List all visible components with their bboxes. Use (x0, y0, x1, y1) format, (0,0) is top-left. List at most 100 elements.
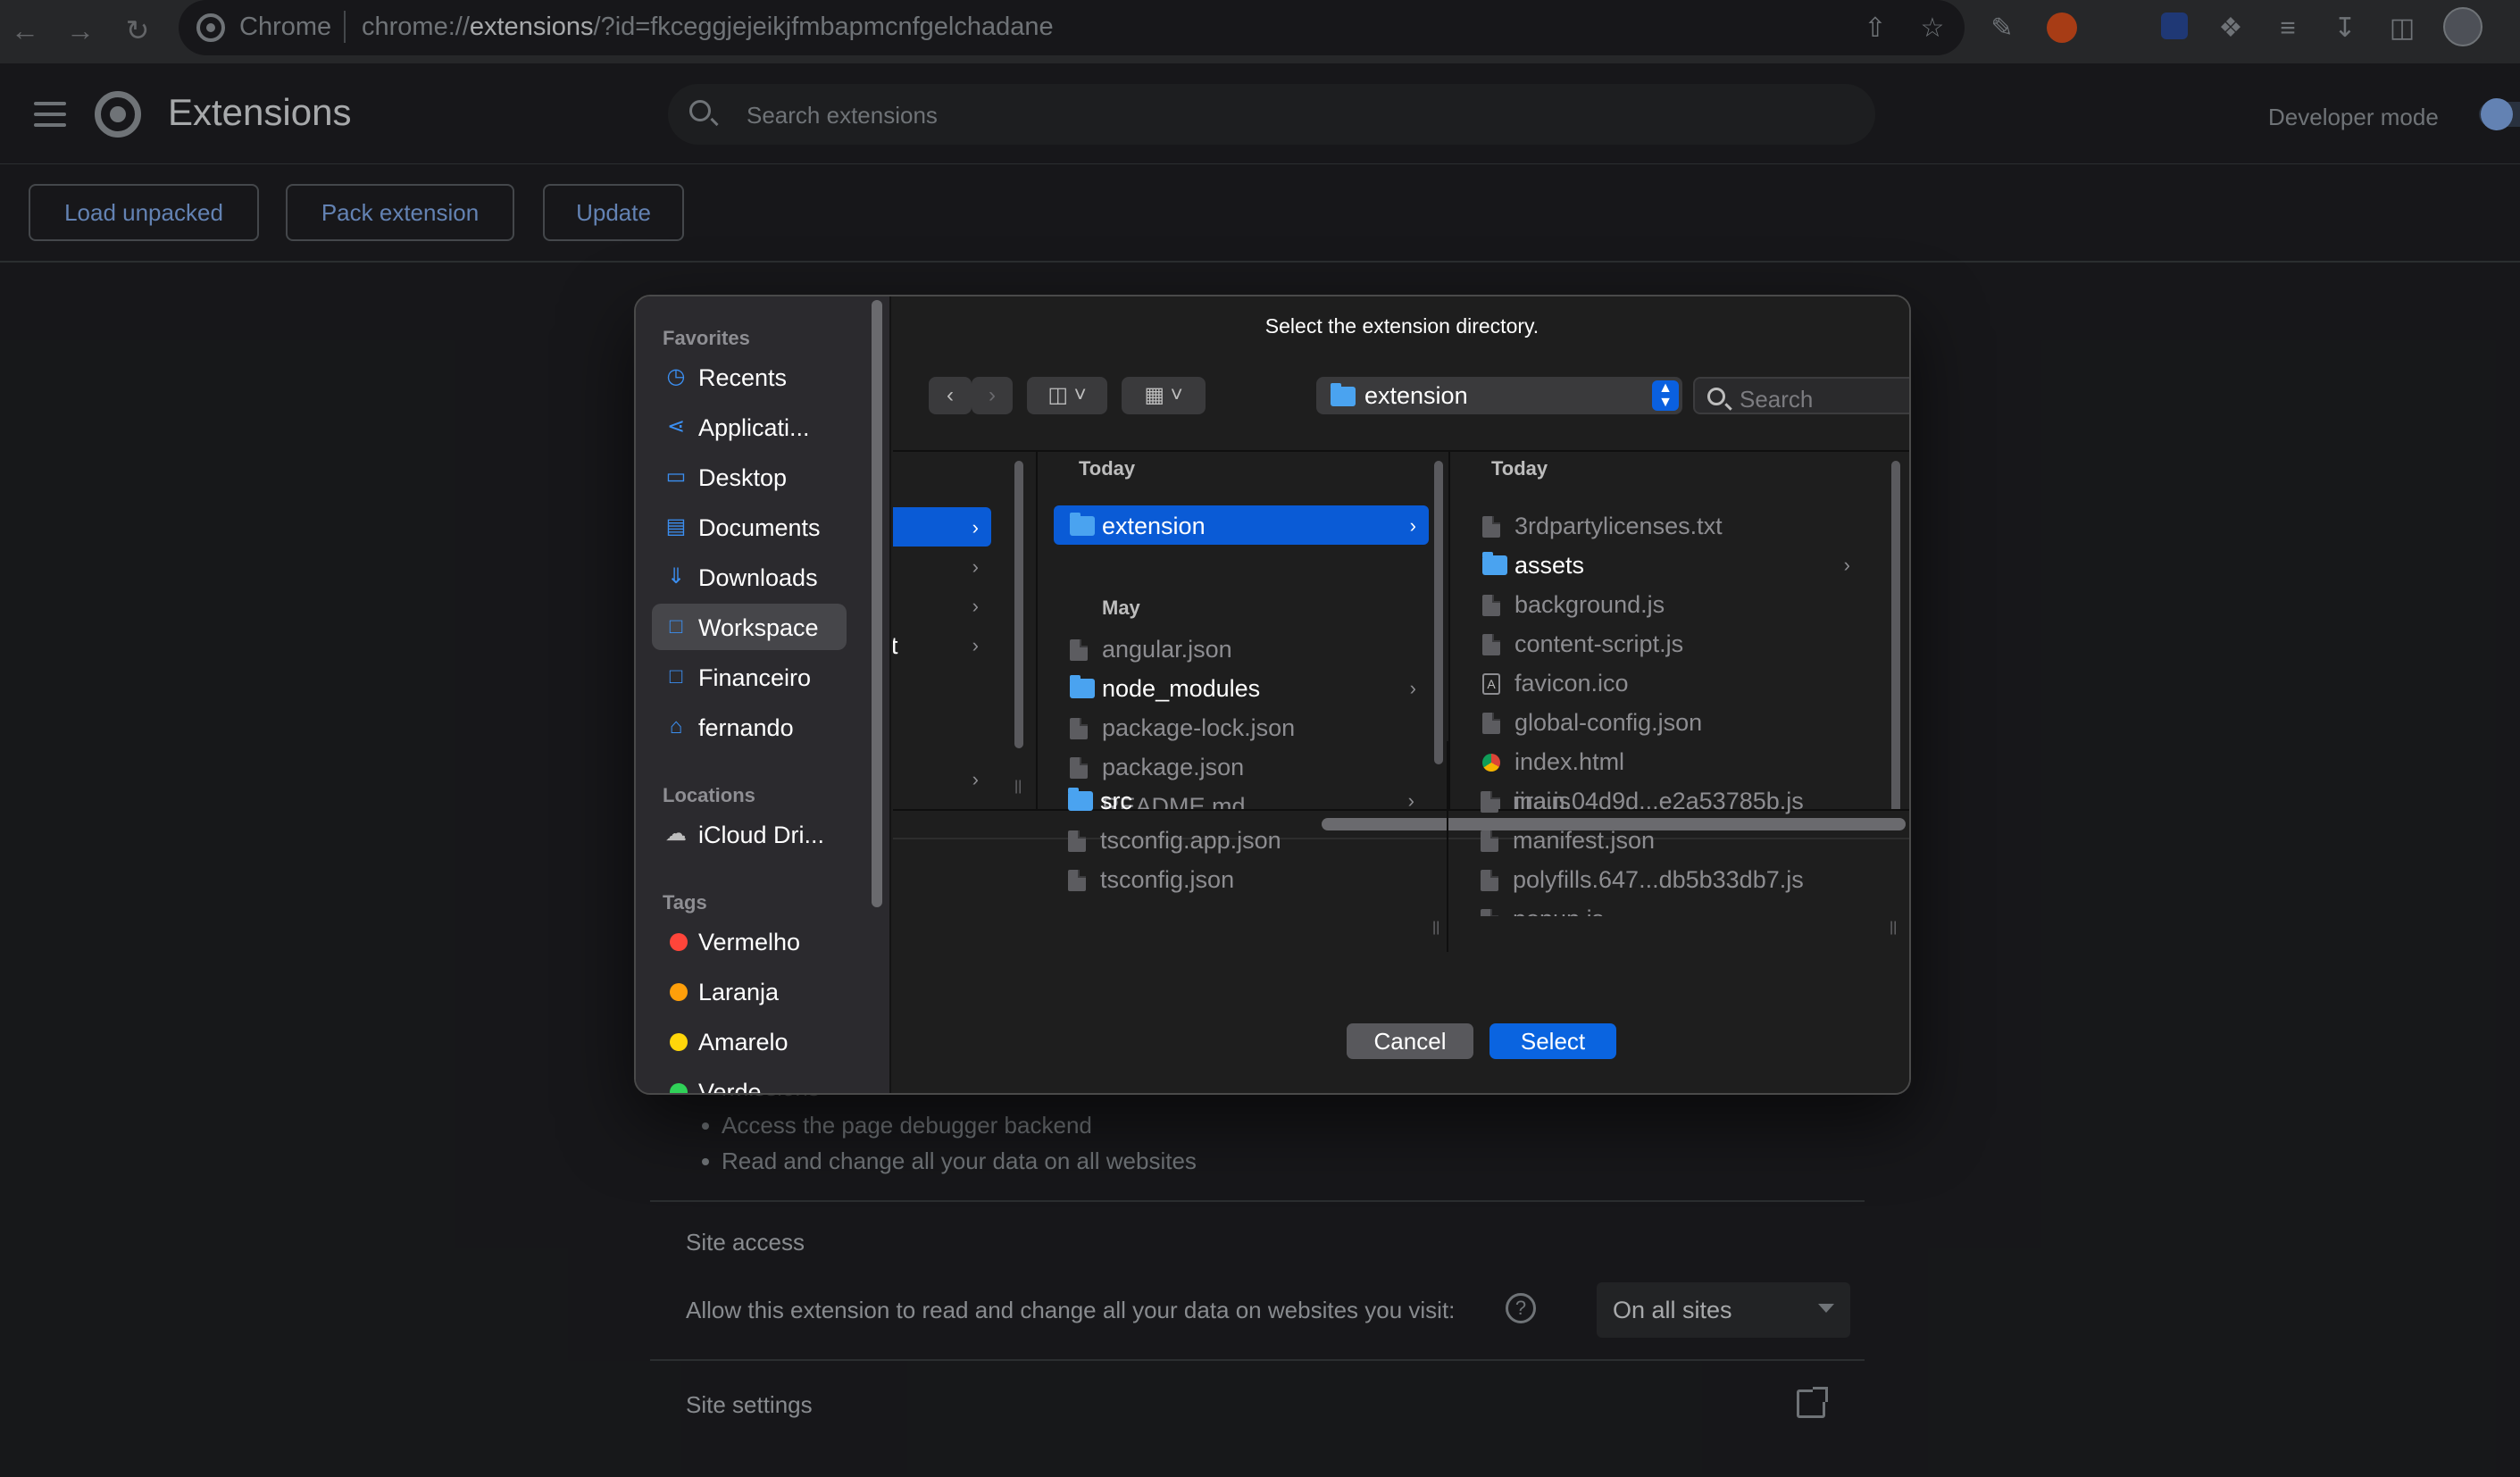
select-button[interactable]: Select (1489, 1023, 1616, 1059)
column-extension-lower: main.04d9d...e2a53785b.js manifest.json … (1448, 741, 1909, 952)
item-name: assets (1515, 552, 1585, 579)
list-item[interactable]: global-config.json (1466, 702, 1863, 741)
dialog-search-input[interactable]: Search (1693, 377, 1909, 414)
sidebar-item-label: Financeiro (698, 664, 812, 691)
icon-file-icon: A (1482, 673, 1500, 695)
tags-header: Tags (663, 891, 707, 914)
sidebar-item-label: Verde (698, 1079, 762, 1095)
column-resize-handle[interactable]: || (1890, 920, 1897, 936)
green-tag-dot-icon (670, 1083, 688, 1093)
sidebar-tag-verde[interactable]: Verde (652, 1068, 847, 1095)
list-item[interactable]: 3rdpartylicenses.txt (1466, 505, 1863, 545)
chevron-right-icon: › (1409, 677, 1416, 699)
partial-item-name: t (893, 632, 898, 660)
cancel-button[interactable]: Cancel (1347, 1023, 1473, 1059)
list-item[interactable]: assets › (1466, 545, 1863, 584)
forward-nav-button[interactable]: › (972, 377, 1013, 414)
file-icon (1482, 634, 1500, 655)
desktop-icon: ▭ (665, 464, 687, 488)
list-item[interactable]: tsconfig.app.json (1052, 820, 1427, 859)
chevron-right-icon: › (1843, 554, 1850, 576)
chevron-right-icon: › (972, 634, 979, 656)
item-name: tsconfig.app.json (1100, 827, 1281, 854)
file-icon (1068, 830, 1086, 852)
list-item[interactable]: tsconfig.json (1052, 859, 1427, 898)
sidebar-item-label: iCloud Dri... (698, 822, 825, 848)
list-item[interactable]: angular.json (1054, 629, 1429, 668)
applications-icon: ⋖ (666, 414, 686, 438)
red-tag-dot-icon (670, 933, 688, 951)
column-view-button[interactable]: ◫ ˅ (1027, 377, 1107, 414)
folder-icon: □ (669, 664, 683, 688)
document-icon: ▤ (665, 514, 687, 538)
column-scrollbar[interactable] (1014, 461, 1023, 748)
list-item[interactable]: › (893, 547, 991, 586)
item-name: popup.js (1513, 905, 1604, 916)
column-resize-handle[interactable]: || (1432, 920, 1439, 936)
folder-icon (1482, 552, 1507, 575)
sidebar-item-label: Recents (698, 364, 788, 391)
list-item[interactable]: polyfills.647...db5b33db7.js (1464, 859, 1861, 898)
file-icon (1481, 870, 1498, 891)
item-name: node_modules (1102, 675, 1261, 702)
sidebar-item-documents[interactable]: ▤ Documents (652, 504, 847, 550)
file-icon (1068, 870, 1086, 891)
list-item[interactable]: node_modules › (1054, 668, 1429, 707)
chevron-right-icon: › (972, 555, 979, 578)
group-view-button[interactable]: ▦ ˅ (1122, 377, 1206, 414)
sidebar-item-financeiro[interactable]: □ Financeiro (652, 654, 847, 700)
browser-lower-rows: src › tsconfig.app.json tsconfig.json ||… (891, 741, 1909, 952)
folder-icon: □ (669, 614, 683, 638)
folder-icon (1068, 788, 1093, 811)
list-item[interactable]: A favicon.ico (1466, 663, 1863, 702)
list-item[interactable]: src › (1052, 780, 1427, 820)
column-project-lower: src › tsconfig.app.json tsconfig.json || (1036, 741, 1447, 952)
file-chooser-dialog: Favorites ◷ Recents ⋖ Applicati... ▭ Des… (634, 295, 1911, 1095)
dialog-main: Select the extension directory. ‹ › ◫ ˅ … (893, 296, 1909, 1093)
sidebar-item-icloud[interactable]: ☁ iCloud Dri... (652, 811, 847, 857)
list-item[interactable]: background.js (1466, 584, 1863, 623)
sidebar-tag-vermelho[interactable]: Vermelho (652, 918, 847, 964)
search-icon (1707, 388, 1725, 405)
item-name: manifest.json (1513, 827, 1656, 854)
list-item[interactable]: › (893, 586, 991, 625)
list-item[interactable]: content-script.js (1466, 623, 1863, 663)
dialog-sidebar: Favorites ◷ Recents ⋖ Applicati... ▭ Des… (636, 296, 891, 1095)
item-name: global-config.json (1515, 709, 1703, 736)
dialog-title: Select the extension directory. (1264, 314, 1540, 338)
sidebar-item-applications[interactable]: ⋖ Applicati... (652, 404, 847, 450)
sidebar-item-recents[interactable]: ◷ Recents (652, 354, 847, 400)
cloud-icon: ☁ (665, 822, 687, 846)
sidebar-item-label: Vermelho (698, 929, 801, 955)
file-icon (1070, 639, 1088, 661)
sidebar-item-desktop[interactable]: ▭ Desktop (652, 454, 847, 500)
dialog-search-placeholder: Search (1740, 386, 1814, 413)
sidebar-item-label: Amarelo (698, 1029, 789, 1056)
item-name: extension (1102, 513, 1206, 539)
path-popup-button[interactable]: extension ▲ ▼ (1316, 377, 1682, 414)
item-name: background.js (1515, 591, 1665, 618)
sidebar-item-downloads[interactable]: ⇓ Downloads (652, 554, 847, 600)
sidebar-item-label: Applicati... (698, 414, 810, 441)
sidebar-item-workspace[interactable]: □ Workspace (652, 604, 847, 650)
item-name: favicon.ico (1515, 670, 1629, 697)
list-item-extension[interactable]: extension › (1054, 505, 1429, 545)
list-item[interactable]: main.04d9d...e2a53785b.js (1464, 780, 1861, 820)
sidebar-tag-laranja[interactable]: Laranja (652, 968, 847, 1014)
list-item-partial[interactable]: popup.js (1464, 898, 1861, 916)
sidebar-tag-amarelo[interactable]: Amarelo (652, 1018, 847, 1064)
column-scrollbar[interactable] (1434, 461, 1443, 764)
sidebar-item-fernando[interactable]: ⌂ fernando (652, 704, 847, 750)
download-icon: ⇓ (666, 564, 686, 588)
item-name: src (1100, 788, 1132, 814)
sidebar-scrollbar[interactable] (872, 300, 882, 907)
list-item[interactable]: t › (893, 625, 991, 664)
folder-icon (1070, 675, 1095, 698)
item-name: polyfills.647...db5b33db7.js (1513, 866, 1804, 893)
list-item[interactable]: manifest.json (1464, 820, 1861, 859)
back-nav-button[interactable]: ‹ (929, 377, 972, 414)
list-item-selected-parent[interactable]: › (893, 507, 991, 547)
chevron-right-icon: › (1407, 789, 1414, 812)
updown-arrows-icon: ▲ ▼ (1652, 380, 1679, 411)
item-name: 3rdpartylicenses.txt (1515, 513, 1723, 539)
